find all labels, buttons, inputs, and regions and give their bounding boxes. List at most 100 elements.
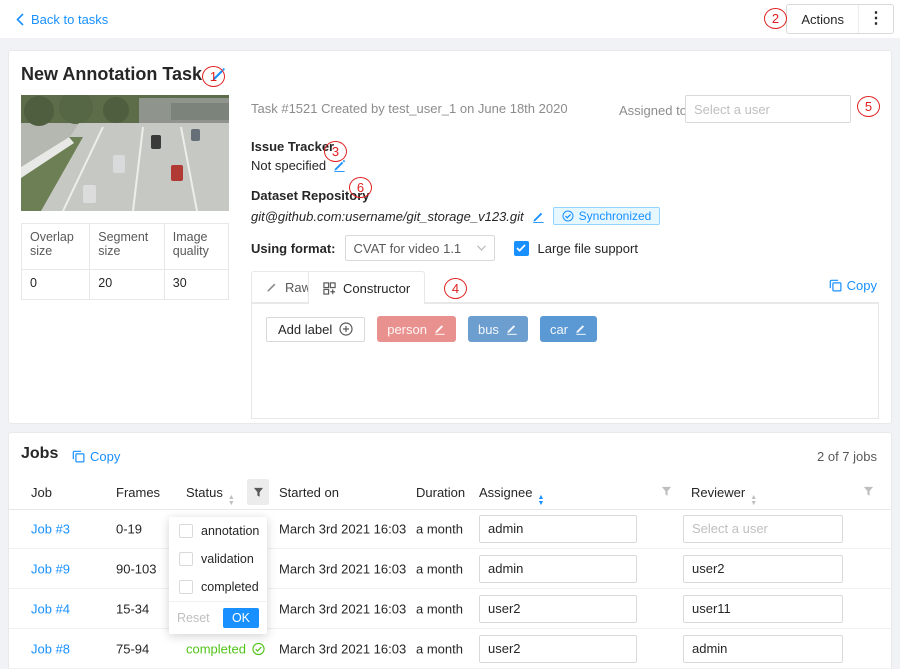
frames-cell: 0-19 bbox=[116, 521, 142, 536]
actions-button[interactable]: Actions ⋮ bbox=[786, 4, 894, 34]
table-row: Job #8 75-94 completed March 3rd 2021 16… bbox=[9, 629, 891, 669]
edit-label-icon[interactable] bbox=[506, 323, 518, 335]
filter-option-annotation[interactable]: annotation bbox=[169, 517, 267, 545]
edit-issue-tracker-icon[interactable] bbox=[333, 159, 346, 172]
reviewer-select[interactable] bbox=[683, 635, 843, 663]
task-detail-card: New Annotation Task bbox=[8, 50, 892, 424]
more-actions-icon[interactable]: ⋮ bbox=[858, 5, 893, 33]
large-file-checkbox[interactable] bbox=[514, 241, 529, 256]
duration-cell: a month bbox=[416, 561, 463, 576]
label-chip-name: car bbox=[550, 322, 568, 337]
task-params-table: Overlap size Segment size Image quality … bbox=[21, 223, 229, 300]
col-header-reviewer[interactable]: Reviewer ▲▼ bbox=[691, 485, 757, 507]
assignee-select[interactable] bbox=[479, 555, 637, 583]
table-row: Job #9 90-103 March 3rd 2021 16:03 a mon… bbox=[9, 549, 891, 589]
job-link[interactable]: Job #4 bbox=[31, 601, 70, 616]
label-row: Add label person bus car bbox=[266, 316, 597, 342]
reviewer-sorter-icon[interactable]: ▲▼ bbox=[750, 495, 757, 507]
col-header-assignee[interactable]: Assignee ▲▼ bbox=[479, 485, 544, 507]
page: Back to tasks Actions ⋮ New Annotation T… bbox=[0, 0, 900, 669]
tab-constructor[interactable]: Constructor bbox=[308, 271, 425, 304]
col-header-status[interactable]: Status▲▼ bbox=[186, 485, 235, 507]
dataset-repository-url: git@github.com:username/git_storage_v123… bbox=[251, 209, 524, 224]
label-chip-name: bus bbox=[478, 322, 499, 337]
filter-option-validation[interactable]: validation bbox=[169, 545, 267, 573]
duration-cell: a month bbox=[416, 601, 463, 616]
checkbox[interactable] bbox=[179, 580, 193, 594]
assignee-header-label: Assignee bbox=[479, 485, 532, 500]
reviewer-header-label: Reviewer bbox=[691, 485, 745, 500]
filter-ok-button[interactable]: OK bbox=[223, 608, 259, 628]
actions-label: Actions bbox=[787, 12, 858, 27]
add-label-button[interactable]: Add label bbox=[266, 317, 365, 342]
traffic-scene-image bbox=[21, 95, 229, 211]
labels-tabbar: Raw Constructor Copy bbox=[251, 271, 879, 303]
synchronized-label: Synchronized bbox=[579, 209, 652, 223]
job-link[interactable]: Job #3 bbox=[31, 521, 70, 536]
filter-option-label: annotation bbox=[201, 524, 259, 538]
started-cell: March 3rd 2021 16:03 bbox=[279, 641, 406, 656]
raw-pencil-icon bbox=[266, 281, 278, 293]
edit-label-icon[interactable] bbox=[434, 323, 446, 335]
sync-check-icon bbox=[562, 210, 574, 222]
issue-tracker-value: Not specified bbox=[251, 158, 326, 173]
labels-copy-button[interactable]: Copy bbox=[829, 278, 877, 293]
status-sorter-icon[interactable]: ▲▼ bbox=[228, 495, 235, 507]
status-filter-icon[interactable] bbox=[247, 479, 269, 505]
issue-tracker-value-row: Not specified bbox=[251, 158, 346, 173]
synchronized-badge: Synchronized bbox=[553, 207, 661, 225]
add-label-text: Add label bbox=[278, 322, 332, 337]
dataset-repository-label: Dataset Repository bbox=[251, 188, 369, 203]
frames-cell: 75-94 bbox=[116, 641, 149, 656]
frames-cell: 90-103 bbox=[116, 561, 156, 576]
status-filter-dropdown: annotation validation completed Reset OK bbox=[169, 517, 267, 634]
filter-option-label: completed bbox=[201, 580, 259, 594]
label-chip-name: person bbox=[387, 322, 427, 337]
col-header-duration: Duration bbox=[416, 485, 465, 500]
col-header-started: Started on bbox=[279, 485, 339, 500]
large-file-label: Large file support bbox=[538, 241, 638, 256]
table-row: Job #4 15-34 March 3rd 2021 16:03 a mont… bbox=[9, 589, 891, 629]
checkbox[interactable] bbox=[179, 552, 193, 566]
label-chip-bus[interactable]: bus bbox=[468, 316, 528, 342]
edit-task-name-icon[interactable] bbox=[211, 67, 226, 82]
topbar: Back to tasks Actions ⋮ bbox=[0, 0, 900, 38]
task-title-text: New Annotation Task bbox=[21, 64, 202, 85]
task-assignee-select[interactable] bbox=[685, 95, 851, 123]
job-link[interactable]: Job #9 bbox=[31, 561, 70, 576]
reviewer-select[interactable] bbox=[683, 595, 843, 623]
dataset-repository-row: git@github.com:username/git_storage_v123… bbox=[251, 207, 660, 225]
jobs-copy-button[interactable]: Copy bbox=[72, 449, 120, 464]
constructor-icon bbox=[323, 282, 336, 295]
filter-reset-button[interactable]: Reset bbox=[177, 611, 210, 625]
param-value: 20 bbox=[90, 270, 165, 300]
started-cell: March 3rd 2021 16:03 bbox=[279, 561, 406, 576]
tab-constructor-label: Constructor bbox=[343, 281, 410, 296]
edit-repository-icon[interactable] bbox=[532, 210, 545, 223]
assignee-select[interactable] bbox=[479, 515, 637, 543]
started-cell: March 3rd 2021 16:03 bbox=[279, 521, 406, 536]
label-chip-car[interactable]: car bbox=[540, 316, 597, 342]
reviewer-select[interactable] bbox=[683, 555, 843, 583]
check-icon bbox=[516, 244, 526, 252]
edit-label-icon[interactable] bbox=[575, 323, 587, 335]
format-row: Using format: CVAT for video 1.1 Large f… bbox=[251, 235, 638, 261]
param-value: 30 bbox=[164, 270, 228, 300]
label-chip-person[interactable]: person bbox=[377, 316, 456, 342]
reviewer-filter-icon[interactable] bbox=[863, 485, 874, 500]
format-select[interactable]: CVAT for video 1.1 bbox=[345, 235, 495, 261]
assignee-sorter-icon[interactable]: ▲▼ bbox=[537, 495, 544, 507]
filter-option-completed[interactable]: completed bbox=[169, 573, 267, 601]
back-to-tasks-link[interactable]: Back to tasks bbox=[16, 0, 108, 38]
reviewer-select[interactable] bbox=[683, 515, 843, 543]
using-format-label: Using format: bbox=[251, 241, 336, 256]
completed-check-icon bbox=[252, 642, 265, 655]
assignee-filter-icon[interactable] bbox=[661, 485, 672, 500]
assignee-select[interactable] bbox=[479, 595, 637, 623]
assignee-select[interactable] bbox=[479, 635, 637, 663]
job-link[interactable]: Job #8 bbox=[31, 641, 70, 656]
task-preview-image bbox=[21, 95, 229, 211]
checkbox[interactable] bbox=[179, 524, 193, 538]
param-header: Overlap size bbox=[22, 224, 90, 270]
param-header: Segment size bbox=[90, 224, 165, 270]
